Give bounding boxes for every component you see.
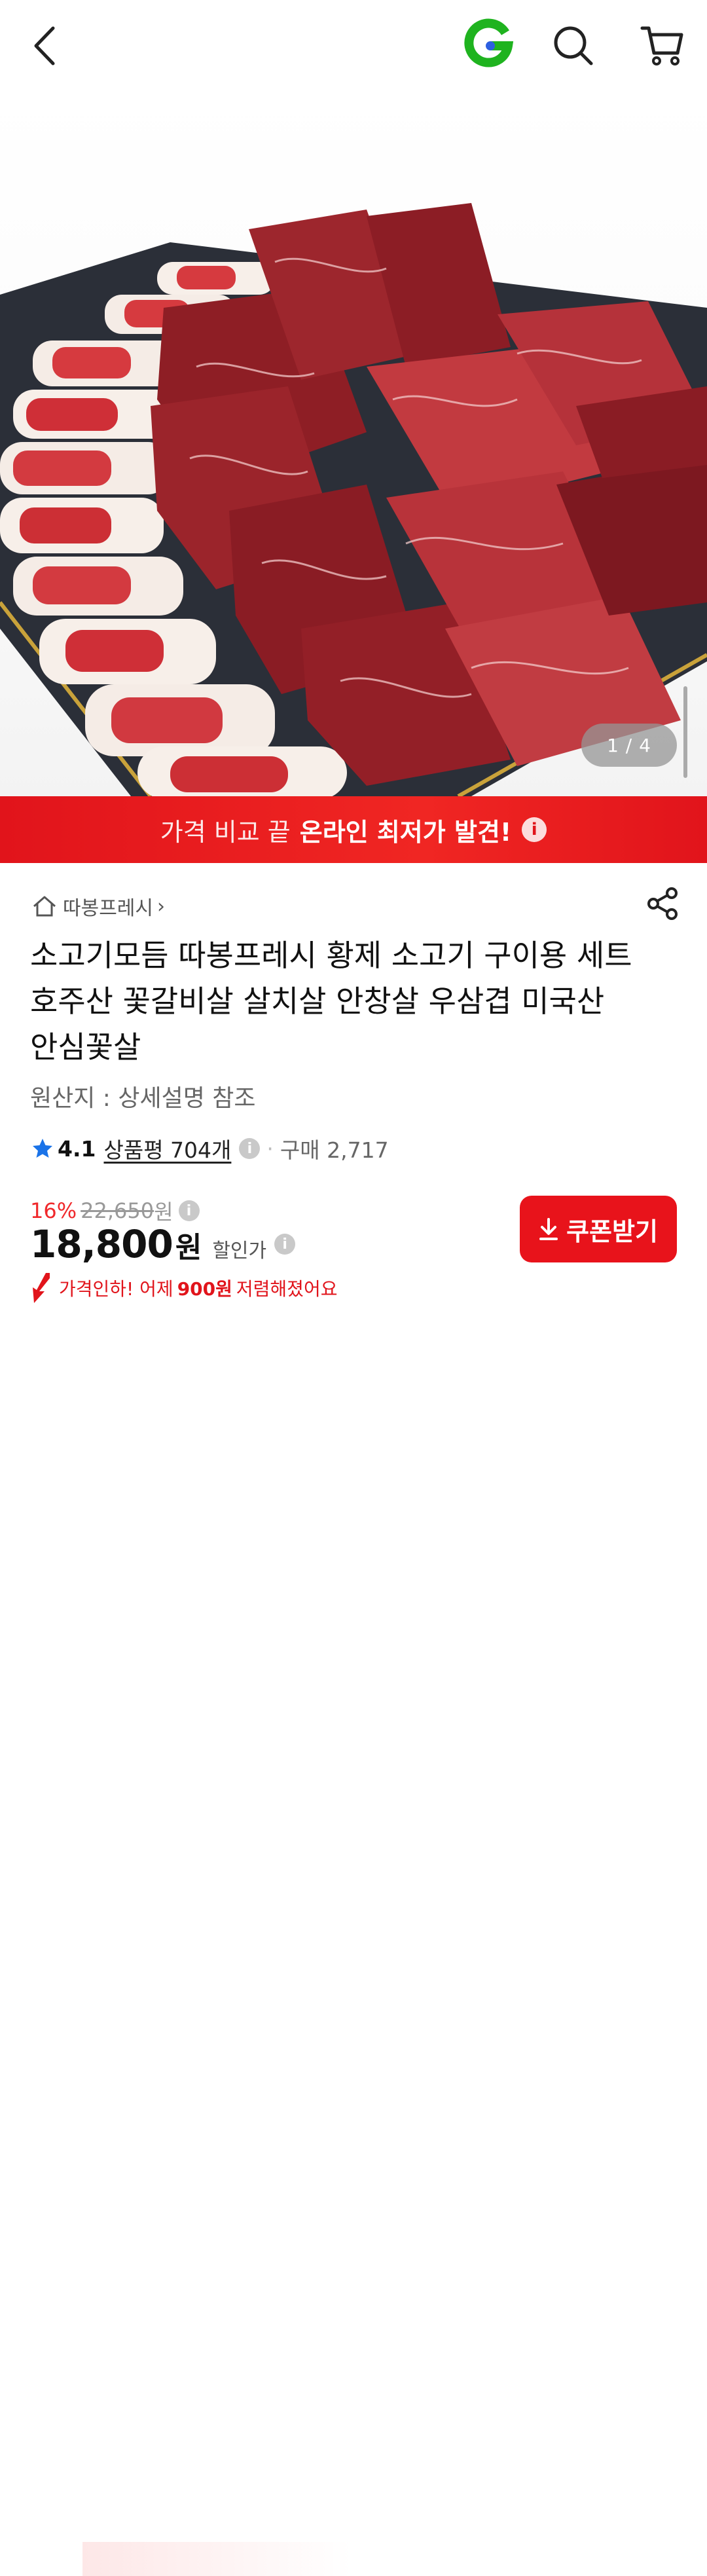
product-photo [0, 203, 707, 796]
gmarket-home-button[interactable] [460, 14, 518, 73]
rating-score: 4.1 [58, 1135, 96, 1162]
product-title: 소고기모듬 따봉프레시 황제 소고기 구이용 세트 호주산 꽃갈비살 살치살 안… [30, 938, 632, 1065]
image-pager: 1 / 4 [581, 724, 677, 767]
lowest-price-banner[interactable]: 가격 비교 끝 온라인 최저가 발견! i [0, 796, 707, 863]
info-icon[interactable]: i [522, 817, 547, 842]
coupon-label: 쿠폰받기 [566, 1217, 658, 1246]
product-image-gallery[interactable]: 1 / 4 [0, 92, 707, 796]
chevron-left-icon [34, 26, 55, 65]
store-link[interactable]: 따봉프레시 › [31, 892, 165, 921]
banner-bold-text: 온라인 최저가 발견! [299, 817, 512, 847]
down-arrow-icon [33, 1273, 50, 1303]
discount-percent: 16% [30, 1198, 77, 1223]
cart-button[interactable] [636, 20, 689, 72]
origin-info: 원산지 : 상세설명 참조 [30, 1085, 256, 1112]
share-icon [647, 887, 678, 920]
price-drop-amount: 900원 [177, 1278, 232, 1300]
price-drop-suffix: 저렴해졌어요 [236, 1278, 338, 1300]
sale-price-unit: 원 [175, 1231, 202, 1264]
chevron-right-icon: › [157, 894, 165, 918]
banner-light-text: 가격 비교 끝 [160, 817, 291, 847]
share-button[interactable] [644, 885, 681, 922]
search-icon [554, 26, 593, 65]
back-button[interactable] [18, 20, 71, 72]
cart-icon [640, 26, 683, 65]
gallery-scroll-indicator [683, 686, 687, 778]
search-button[interactable] [547, 20, 600, 72]
top-bar [0, 0, 707, 92]
info-icon[interactable]: i [274, 1234, 296, 1255]
store-name: 따봉프레시 [63, 897, 153, 920]
info-icon[interactable]: i [178, 1200, 200, 1221]
info-icon[interactable]: i [239, 1138, 261, 1159]
sale-price-label: 할인가 [212, 1240, 267, 1262]
review-count-link[interactable]: 상품평 704개 [103, 1133, 231, 1164]
sale-price: 18,800 [30, 1222, 173, 1266]
star-icon [33, 1139, 52, 1158]
separator-dot: · [266, 1135, 274, 1162]
coupon-button[interactable]: 쿠폰받기 [520, 1196, 677, 1262]
g-logo-icon [464, 18, 514, 67]
download-icon [539, 1218, 558, 1240]
price-drop-highlight [82, 2542, 351, 2576]
purchase-count: 구매 2,717 [280, 1137, 389, 1163]
price-drop-prefix: 가격인하! 어제 [59, 1278, 173, 1300]
rating-row: 4.1 상품평 704개 i · 구매 2,717 [31, 1133, 389, 1164]
price-drop-notice: 가격인하! 어제 900원 저렴해졌어요 [30, 1273, 351, 2576]
original-price: 22,650 [81, 1198, 154, 1223]
sale-price-row: 18,800 원 할인가 i [30, 1222, 296, 1266]
home-icon [33, 896, 56, 917]
